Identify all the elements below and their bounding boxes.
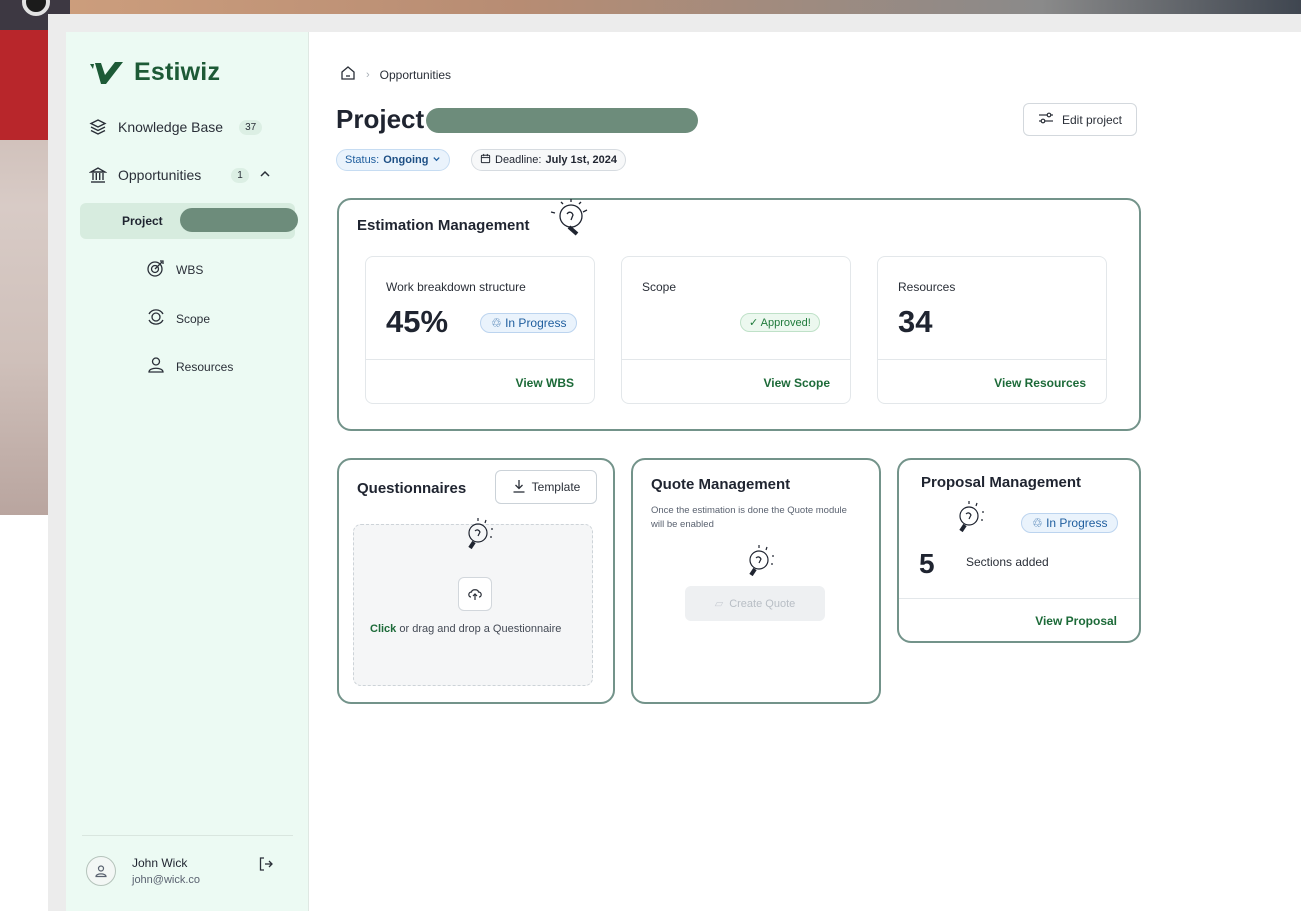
upload-cloud-icon[interactable] — [458, 577, 492, 611]
edit-project-label: Edit project — [1061, 112, 1123, 127]
sidebar-item-opportunities[interactable]: Opportunities 1 — [88, 165, 271, 185]
dropzone-click-text[interactable]: Click — [370, 623, 396, 635]
status-dropdown[interactable]: Status: Ongoing — [336, 149, 451, 171]
view-resources-link[interactable]: View Resources — [994, 376, 1086, 390]
download-template-button[interactable]: Template — [495, 470, 597, 504]
divider — [878, 359, 1106, 360]
sidebar-item-label: Scope — [176, 311, 211, 326]
template-label: Template — [531, 480, 581, 494]
resources-label: Resources — [898, 280, 956, 294]
lightbulb-icon — [539, 194, 595, 251]
logout-icon[interactable] — [258, 856, 276, 874]
view-proposal-link[interactable]: View Proposal — [1035, 614, 1117, 628]
estimation-title: Estimation Management — [357, 217, 530, 234]
chevron-right-icon: › — [366, 68, 370, 81]
quote-icon: ▱ — [714, 598, 724, 610]
status-badge-text: In Progress — [1046, 516, 1108, 530]
view-wbs-link[interactable]: View WBS — [516, 376, 574, 390]
resources-count: 34 — [898, 304, 933, 339]
download-icon — [512, 479, 526, 496]
quote-management-card: Quote Management Once the estimation is … — [631, 458, 881, 704]
sidebar-item-active-project[interactable]: Project — [80, 203, 298, 239]
scope-card: Scope ✓ Approved! View Scope — [621, 256, 851, 404]
dropzone-text: Click or drag and drop a Questionnaire — [370, 623, 561, 635]
breadcrumb: › Opportunities — [340, 65, 451, 84]
wbs-progress-value: 45% — [386, 304, 449, 339]
breadcrumb-current[interactable]: Opportunities — [380, 68, 451, 82]
wbs-label: Work breakdown structure — [386, 280, 526, 294]
person-icon — [146, 355, 166, 378]
sidebar-item-label: WBS — [176, 262, 204, 277]
create-quote-label: Create Quote — [729, 597, 796, 610]
approved-badge-text: Approved! — [760, 317, 811, 329]
user-email: john@wick.co — [132, 874, 201, 886]
questionnaires-title: Questionnaires — [357, 480, 467, 497]
questionnaires-card: Questionnaires Template Click or drag an… — [337, 458, 615, 704]
quote-note: Once the estimation is done the Quote mo… — [651, 505, 847, 530]
page-title: Project — [336, 104, 425, 134]
user-name: John Wick — [132, 856, 188, 870]
lightbulb-icon — [739, 542, 783, 587]
user-panel: John Wick john@wick.co — [82, 835, 293, 895]
app-name: Estiwiz — [134, 58, 221, 86]
user-icon — [95, 865, 107, 878]
lightbulb-icon — [949, 498, 993, 543]
sidebar-item-label: Knowledge Base — [118, 119, 224, 135]
estiwiz-logo-icon — [88, 60, 126, 86]
sliders-icon — [1038, 112, 1054, 127]
sections-count: 5 — [919, 548, 935, 579]
create-quote-button[interactable]: ▱ Create Quote — [685, 586, 825, 621]
sidebar-item-label: Opportunities — [118, 167, 202, 183]
lightbulb-icon — [458, 515, 502, 560]
sidebar-item-scope[interactable]: Scope — [146, 307, 210, 330]
sidebar: Estiwiz Knowledge Base 37 Opportunities … — [66, 32, 309, 911]
count-badge: 1 — [231, 167, 249, 183]
sidebar-item-label: Resources — [176, 359, 234, 374]
deadline-prefix: Deadline: — [495, 154, 542, 166]
estimation-management-card: Estimation Management Work breakdown str… — [337, 198, 1141, 431]
dropzone-rest-text: or drag and drop a Questionnaire — [399, 623, 562, 635]
proposal-management-card: Proposal Management ♲ In Progress 5 Sect… — [897, 458, 1141, 643]
deadline-chip: Deadline: July 1st, 2024 — [471, 149, 627, 171]
deadline-value: July 1st, 2024 — [545, 154, 618, 166]
avatar[interactable] — [86, 856, 116, 886]
scope-label: Scope — [642, 280, 677, 294]
wbs-card: Work breakdown structure 45% ♲ In Progre… — [365, 256, 595, 404]
sidebar-item-wbs[interactable]: WBS — [146, 258, 203, 281]
approved-badge: ✓ Approved! — [740, 313, 820, 332]
count-badge: 37 — [239, 119, 263, 135]
redacted-project-name — [180, 208, 298, 232]
status-badge: ♲ In Progress — [480, 313, 578, 333]
chevron-down-icon — [432, 154, 441, 166]
app-window: Estiwiz Knowledge Base 37 Opportunities … — [66, 32, 1301, 911]
radar-icon — [146, 307, 166, 330]
divider — [366, 359, 594, 360]
view-scope-link[interactable]: View Scope — [764, 376, 830, 390]
proposal-title: Proposal Management — [921, 474, 1082, 491]
edit-project-button[interactable]: Edit project — [1023, 103, 1137, 136]
divider — [622, 359, 850, 360]
divider — [899, 598, 1139, 599]
layers-icon — [88, 117, 108, 137]
home-icon[interactable] — [340, 65, 356, 84]
chevron-up-icon[interactable] — [259, 167, 271, 183]
status-badge: ♲ In Progress — [1021, 513, 1119, 533]
sections-label: Sections added — [966, 555, 1049, 569]
sidebar-item-label: Project — [122, 214, 163, 228]
questionnaire-dropzone[interactable]: Click or drag and drop a Questionnaire — [353, 518, 593, 686]
target-icon — [146, 258, 166, 281]
redacted-project-name — [426, 108, 698, 133]
sidebar-item-knowledge-base[interactable]: Knowledge Base 37 — [88, 117, 263, 137]
status-value: Ongoing — [383, 154, 429, 166]
resources-card: Resources 34 View Resources — [877, 256, 1107, 404]
logo[interactable]: Estiwiz — [88, 58, 220, 87]
status-prefix: Status: — [345, 154, 380, 166]
sidebar-item-resources[interactable]: Resources — [146, 355, 233, 378]
bank-icon — [88, 165, 108, 185]
quote-title: Quote Management — [651, 476, 791, 493]
calendar-icon — [480, 153, 491, 167]
status-badge-text: In Progress — [505, 316, 567, 330]
